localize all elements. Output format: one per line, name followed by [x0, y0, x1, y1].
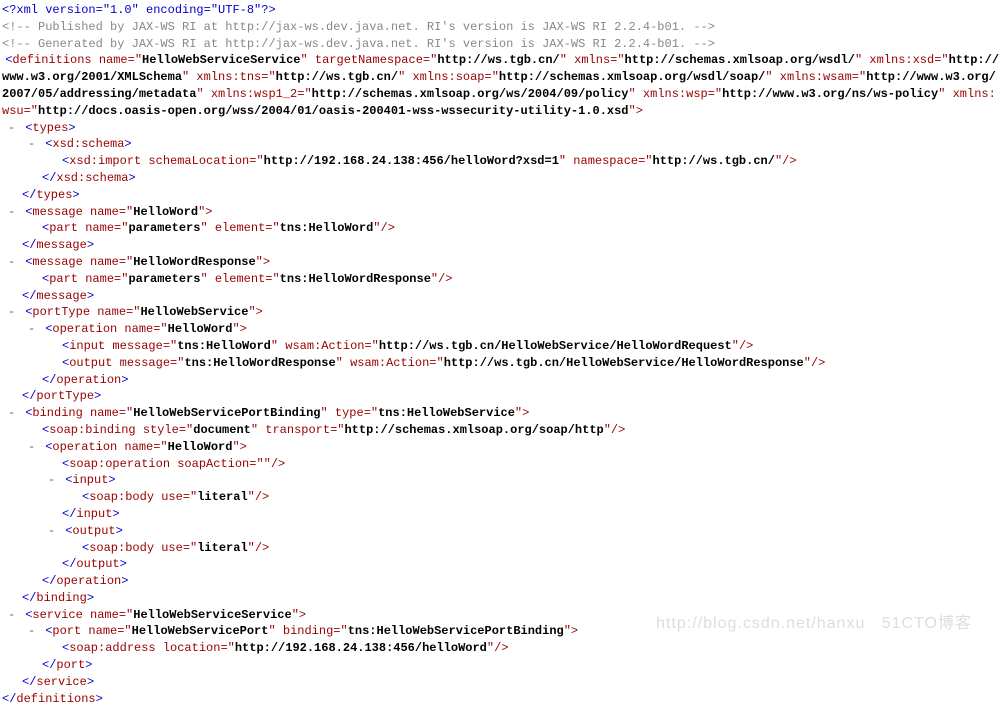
part-1: <part name="parameters" element="tns:Hel… [2, 220, 1000, 237]
toggle-icon[interactable]: - [8, 405, 18, 422]
soap-address: <soap:address location="http://192.168.2… [2, 640, 1000, 657]
binding-output-close: </output> [2, 556, 1000, 573]
toggle-icon[interactable]: - [8, 607, 18, 624]
toggle-icon[interactable]: - [48, 523, 58, 540]
porttype-close: </portType> [2, 388, 1000, 405]
toggle-icon[interactable]: - [28, 439, 38, 456]
xsd-schema-open[interactable]: - <xsd:schema> [2, 136, 1000, 153]
types-open[interactable]: - <types> [2, 120, 1000, 137]
xml-declaration: <?xml version="1.0" encoding="UTF-8"?> [2, 2, 1000, 19]
part-2: <part name="parameters" element="tns:Hel… [2, 271, 1000, 288]
toggle-icon[interactable]: - [48, 472, 58, 489]
types-close: </types> [2, 187, 1000, 204]
binding-input-open[interactable]: - <input> [2, 472, 1000, 489]
toggle-icon[interactable]: - [28, 623, 38, 640]
definitions-open[interactable]: - <definitions name="HelloWebServiceServ… [2, 52, 1000, 119]
toggle-icon[interactable]: - [28, 321, 38, 338]
soap-binding: <soap:binding style="document" transport… [2, 422, 1000, 439]
toggle-icon[interactable]: - [8, 120, 18, 137]
xsd-schema-close: </xsd:schema> [2, 170, 1000, 187]
operation-close: </operation> [2, 372, 1000, 389]
toggle-icon[interactable]: - [8, 304, 18, 321]
binding-input-close: </input> [2, 506, 1000, 523]
soap-operation: <soap:operation soapAction=""/> [2, 456, 1000, 473]
binding-close: </binding> [2, 590, 1000, 607]
xsd-import: <xsd:import schemaLocation="http://192.1… [2, 153, 1000, 170]
watermark: http://blog.csdn.net/hanxu 51CTO博客 [656, 613, 972, 635]
comment-published: <!-- Published by JAX-WS RI at http://ja… [2, 19, 1000, 36]
operation-open[interactable]: - <operation name="HelloWord"> [2, 321, 1000, 338]
definitions-close: </definitions> [2, 691, 1000, 708]
binding-operation-open[interactable]: - <operation name="HelloWord"> [2, 439, 1000, 456]
message-hellowordresponse-open[interactable]: - <message name="HelloWordResponse"> [2, 254, 1000, 271]
binding-output-open[interactable]: - <output> [2, 523, 1000, 540]
comment-generated: <!-- Generated by JAX-WS RI at http://ja… [2, 36, 1000, 53]
toggle-icon[interactable]: - [8, 254, 18, 271]
output-1: <output message="tns:HelloWordResponse" … [2, 355, 1000, 372]
porttype-open[interactable]: - <portType name="HelloWebService"> [2, 304, 1000, 321]
toggle-icon[interactable]: - [28, 136, 38, 153]
message-close: </message> [2, 237, 1000, 254]
message-close-2: </message> [2, 288, 1000, 305]
port-close: </port> [2, 657, 1000, 674]
service-close: </service> [2, 674, 1000, 691]
binding-open[interactable]: - <binding name="HelloWebServicePortBind… [2, 405, 1000, 422]
soap-body-2: <soap:body use="literal"/> [2, 540, 1000, 557]
toggle-icon[interactable]: - [8, 204, 18, 221]
binding-operation-close: </operation> [2, 573, 1000, 590]
message-helloword-open[interactable]: - <message name="HelloWord"> [2, 204, 1000, 221]
soap-body-1: <soap:body use="literal"/> [2, 489, 1000, 506]
input-1: <input message="tns:HelloWord" wsam:Acti… [2, 338, 1000, 355]
